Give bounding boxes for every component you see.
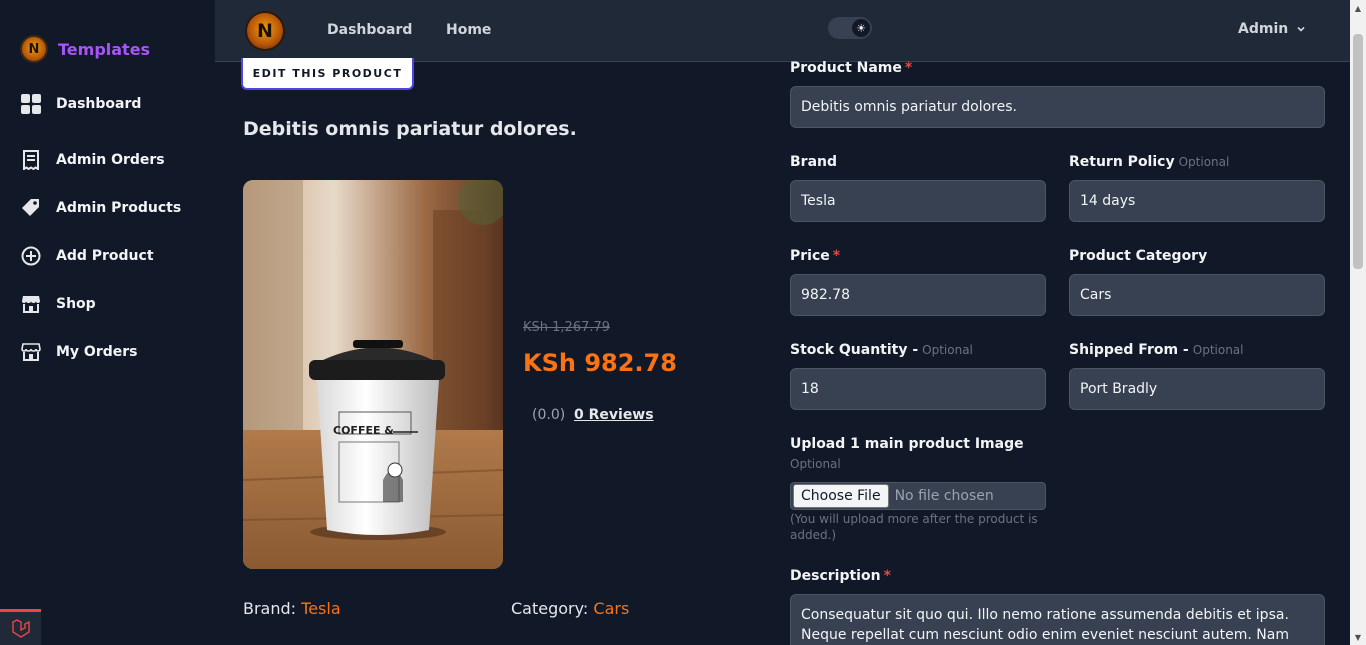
sun-icon: ☀ [852,19,870,37]
label-text: Stock Quantity - [790,342,919,358]
user-menu[interactable]: Admin [1238,21,1306,37]
sidebar-item-label: My Orders [56,344,138,360]
label-text: Description [790,568,881,584]
product-category-label: Product Category [1069,248,1208,264]
choose-file-button[interactable]: Choose File [793,484,889,508]
label-text: Product Name [790,60,902,76]
edit-product-button[interactable]: EDIT THIS PRODUCT [241,58,414,90]
return-policy-input[interactable]: 14 days [1069,180,1325,222]
sidebar-item-label: Admin Orders [56,152,165,168]
required-mark: * [883,568,891,584]
laravel-logo-icon [11,618,30,638]
brand-logo: N [22,37,46,61]
rating-score: (0.0) [532,407,566,423]
return-policy-label: Return Policy Optional [1069,154,1229,170]
optional-hint: Optional [1178,155,1230,169]
plus-circle-icon [20,245,42,267]
product-name-input[interactable]: Debitis omnis pariatur dolores. [790,86,1325,128]
category-meta-value: Cars [593,599,630,618]
label-text: Return Policy [1069,154,1175,170]
sidebar-item-label: Dashboard [56,96,142,112]
shipped-from-label: Shipped From - Optional [1069,342,1244,358]
stock-quantity-input[interactable]: 18 [790,368,1046,410]
chevron-down-icon [1297,26,1305,32]
optional-hint: Optional [922,343,973,357]
label-text: Shipped From - [1069,342,1189,358]
brand-meta-label: Brand: [243,599,297,618]
product-category-input[interactable]: Cars [1069,274,1325,316]
shipped-from-input[interactable]: Port Bradly [1069,368,1325,410]
sidebar-item-label: Shop [56,296,96,312]
product-image: COFFEE & [243,180,503,569]
product-title: Debitis omnis pariatur dolores. [243,118,577,140]
description-label: Description * [790,568,891,584]
product-category: Category: Cars [511,599,629,618]
sidebar-item-admin-products[interactable]: Admin Products [20,184,210,232]
scroll-up-arrow-icon[interactable]: ▲ [1350,0,1366,16]
upload-optional-hint: Optional [790,457,841,471]
description-textarea[interactable]: Consequatur sit quo qui. Illo nemo ratio… [790,594,1325,645]
label-text: Price [790,248,830,264]
file-status: No file chosen [894,488,994,504]
navbar-logo[interactable]: N [247,13,283,49]
nav-link-dashboard[interactable]: Dashboard [327,22,412,38]
image-file-input[interactable]: Choose File No file chosen [790,482,1046,510]
tag-icon [20,197,42,219]
sidebar-nav: Dashboard Admin Orders Admin Products Ad… [20,90,210,376]
sidebar-item-admin-orders[interactable]: Admin Orders [20,136,210,184]
sidebar-item-my-orders[interactable]: My Orders [20,328,210,376]
brand-meta-value: Tesla [301,599,341,618]
required-mark: * [832,248,841,264]
sidebar-item-label: Add Product [56,248,154,264]
page-scrollbar[interactable]: ▲ ▼ [1350,0,1366,645]
sidebar-item-dashboard[interactable]: Dashboard [20,90,210,118]
product-brand: Brand: Tesla [243,599,341,618]
brand-label: Templates [58,39,151,59]
sidebar-item-add-product[interactable]: Add Product [20,232,210,280]
receipt-icon [20,149,42,171]
reviews-link[interactable]: 0 Reviews [574,407,654,423]
optional-hint: Optional [1192,343,1244,357]
product-name-label: Product Name * [790,60,912,76]
upload-note: (You will upload more after the product … [790,512,1038,542]
required-mark: * [904,60,913,76]
scroll-down-arrow-icon[interactable]: ▼ [1350,629,1366,645]
user-menu-label: Admin [1238,21,1289,37]
sidebar-item-shop[interactable]: Shop [20,280,210,328]
brand-label: Brand [790,154,838,170]
svg-text:COFFEE &: COFFEE & [333,424,394,437]
stock-quantity-label: Stock Quantity - Optional [790,342,973,358]
price-label: Price * [790,248,840,264]
brand-input[interactable]: Tesla [790,180,1046,222]
scrollbar-thumb[interactable] [1353,34,1363,269]
original-price: KSh 1,267.79 [523,320,611,335]
theme-toggle[interactable]: ☀ [828,17,872,39]
grid-icon [20,93,42,115]
top-navbar: N Dashboard Home ☀ Admin [215,0,1350,62]
price-input[interactable]: 982.78 [790,274,1046,316]
brand[interactable]: N Templates [22,37,150,61]
upload-image-label: Upload 1 main product Image [790,436,1024,452]
nav-link-home[interactable]: Home [446,22,491,38]
category-meta-label: Category: [511,599,589,618]
sidebar-item-label: Admin Products [56,200,182,216]
sale-price: KSh 982.78 [523,349,677,377]
store-icon [20,293,42,315]
store-icon [20,341,42,363]
sidebar: N Templates Dashboard Admin Orders Admin… [0,0,215,645]
laravel-debug-badge[interactable] [0,609,41,645]
